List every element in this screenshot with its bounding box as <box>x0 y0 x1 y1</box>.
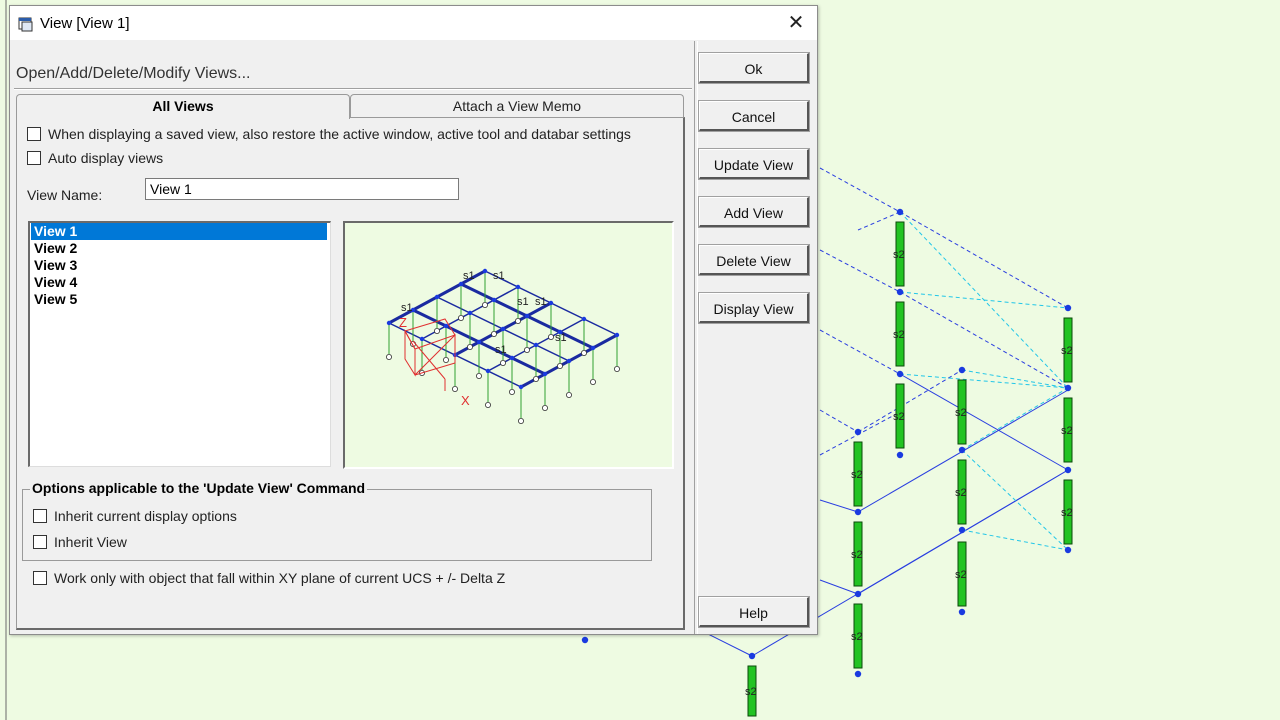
update-view-group-label: Options applicable to the 'Update View' … <box>30 480 368 496</box>
restore-settings-label: When displaying a saved view, also resto… <box>48 126 631 142</box>
restore-settings-option[interactable]: When displaying a saved view, also resto… <box>27 126 631 142</box>
member-label: s2 <box>893 411 905 423</box>
list-item[interactable]: View 1 <box>31 223 327 240</box>
list-item[interactable]: View 5 <box>31 291 327 308</box>
auto-display-label: Auto display views <box>48 150 164 166</box>
view-preview: Z X s1 s1 s1 s1 s1 s1 s1 <box>343 221 674 469</box>
left-pane: Open/Add/Delete/Modify Views... All View… <box>10 41 694 634</box>
add-view-button[interactable]: Add View <box>698 196 810 228</box>
member-label: s2 <box>1061 425 1073 437</box>
member-label: s2 <box>893 329 905 341</box>
member-label: s2 <box>893 249 905 261</box>
tab-all-views[interactable]: All Views <box>16 94 350 119</box>
auto-display-option[interactable]: Auto display views <box>27 150 163 166</box>
preview-member-label: s1 <box>463 270 475 282</box>
view-name-input[interactable] <box>145 178 459 200</box>
member-label: s2 <box>851 631 863 643</box>
inherit-display-label: Inherit current display options <box>54 508 237 524</box>
member-label: s2 <box>955 569 967 581</box>
update-view-button[interactable]: Update View <box>698 148 810 180</box>
member-label: s2 <box>955 407 967 419</box>
inherit-view-label: Inherit View <box>54 534 127 550</box>
member-label: s2 <box>955 487 967 499</box>
preview-model: Z X s1 s1 s1 s1 s1 s1 s1 <box>386 268 620 424</box>
ok-button[interactable]: Ok <box>698 52 810 84</box>
tab-attach-memo[interactable]: Attach a View Memo <box>350 94 684 117</box>
pane-divider <box>694 41 698 634</box>
list-item[interactable]: View 4 <box>31 274 327 291</box>
inherit-display-option[interactable]: Inherit current display options <box>33 508 237 524</box>
list-item[interactable]: View 2 <box>31 240 327 257</box>
inherit-display-checkbox[interactable] <box>33 509 47 523</box>
preview-member-label: s1 <box>535 296 547 308</box>
view-name-label: View Name: <box>27 187 103 203</box>
preview-member-label: s1 <box>555 332 567 344</box>
member-label: s2 <box>1061 507 1073 519</box>
delete-view-button[interactable]: Delete View <box>698 244 810 276</box>
preview-axis-x-label: X <box>461 393 470 408</box>
preview-member-label: s1 <box>495 344 507 356</box>
member-label: s2 <box>745 686 757 698</box>
preview-axis-z-label: Z <box>399 315 407 330</box>
view-dialog: View [View 1] ✕ Open/Add/Delete/Modify V… <box>9 5 818 635</box>
close-button[interactable]: ✕ <box>783 10 809 36</box>
display-view-button[interactable]: Display View <box>698 292 810 324</box>
inherit-view-checkbox[interactable] <box>33 535 47 549</box>
restore-settings-checkbox[interactable] <box>27 127 41 141</box>
all-views-panel: When displaying a saved view, also resto… <box>16 117 685 630</box>
cancel-button[interactable]: Cancel <box>698 100 810 132</box>
views-list[interactable]: View 1 View 2 View 3 View 4 View 5 <box>28 221 331 467</box>
member-label: s2 <box>851 469 863 481</box>
xy-plane-label: Work only with object that fall within X… <box>54 570 506 586</box>
title-bar: View [View 1] ✕ <box>10 6 817 40</box>
member-label: s2 <box>1061 345 1073 357</box>
preview-member-label: s1 <box>517 296 529 308</box>
xy-plane-option[interactable]: Work only with object that fall within X… <box>33 570 505 586</box>
update-view-options-group: Options applicable to the 'Update View' … <box>22 480 652 561</box>
xy-plane-checkbox[interactable] <box>33 571 47 585</box>
member-label: s2 <box>851 549 863 561</box>
list-item[interactable]: View 3 <box>31 257 327 274</box>
close-icon: ✕ <box>787 12 805 34</box>
preview-member-label: s1 <box>401 302 413 314</box>
inherit-view-option[interactable]: Inherit View <box>33 534 127 550</box>
preview-member-label: s1 <box>493 270 505 282</box>
dialog-heading: Open/Add/Delete/Modify Views... <box>16 65 251 82</box>
help-button[interactable]: Help <box>698 596 810 628</box>
window-icon <box>18 17 33 32</box>
window-title: View [View 1] <box>40 15 130 32</box>
heading-divider <box>14 88 692 90</box>
auto-display-checkbox[interactable] <box>27 151 41 165</box>
